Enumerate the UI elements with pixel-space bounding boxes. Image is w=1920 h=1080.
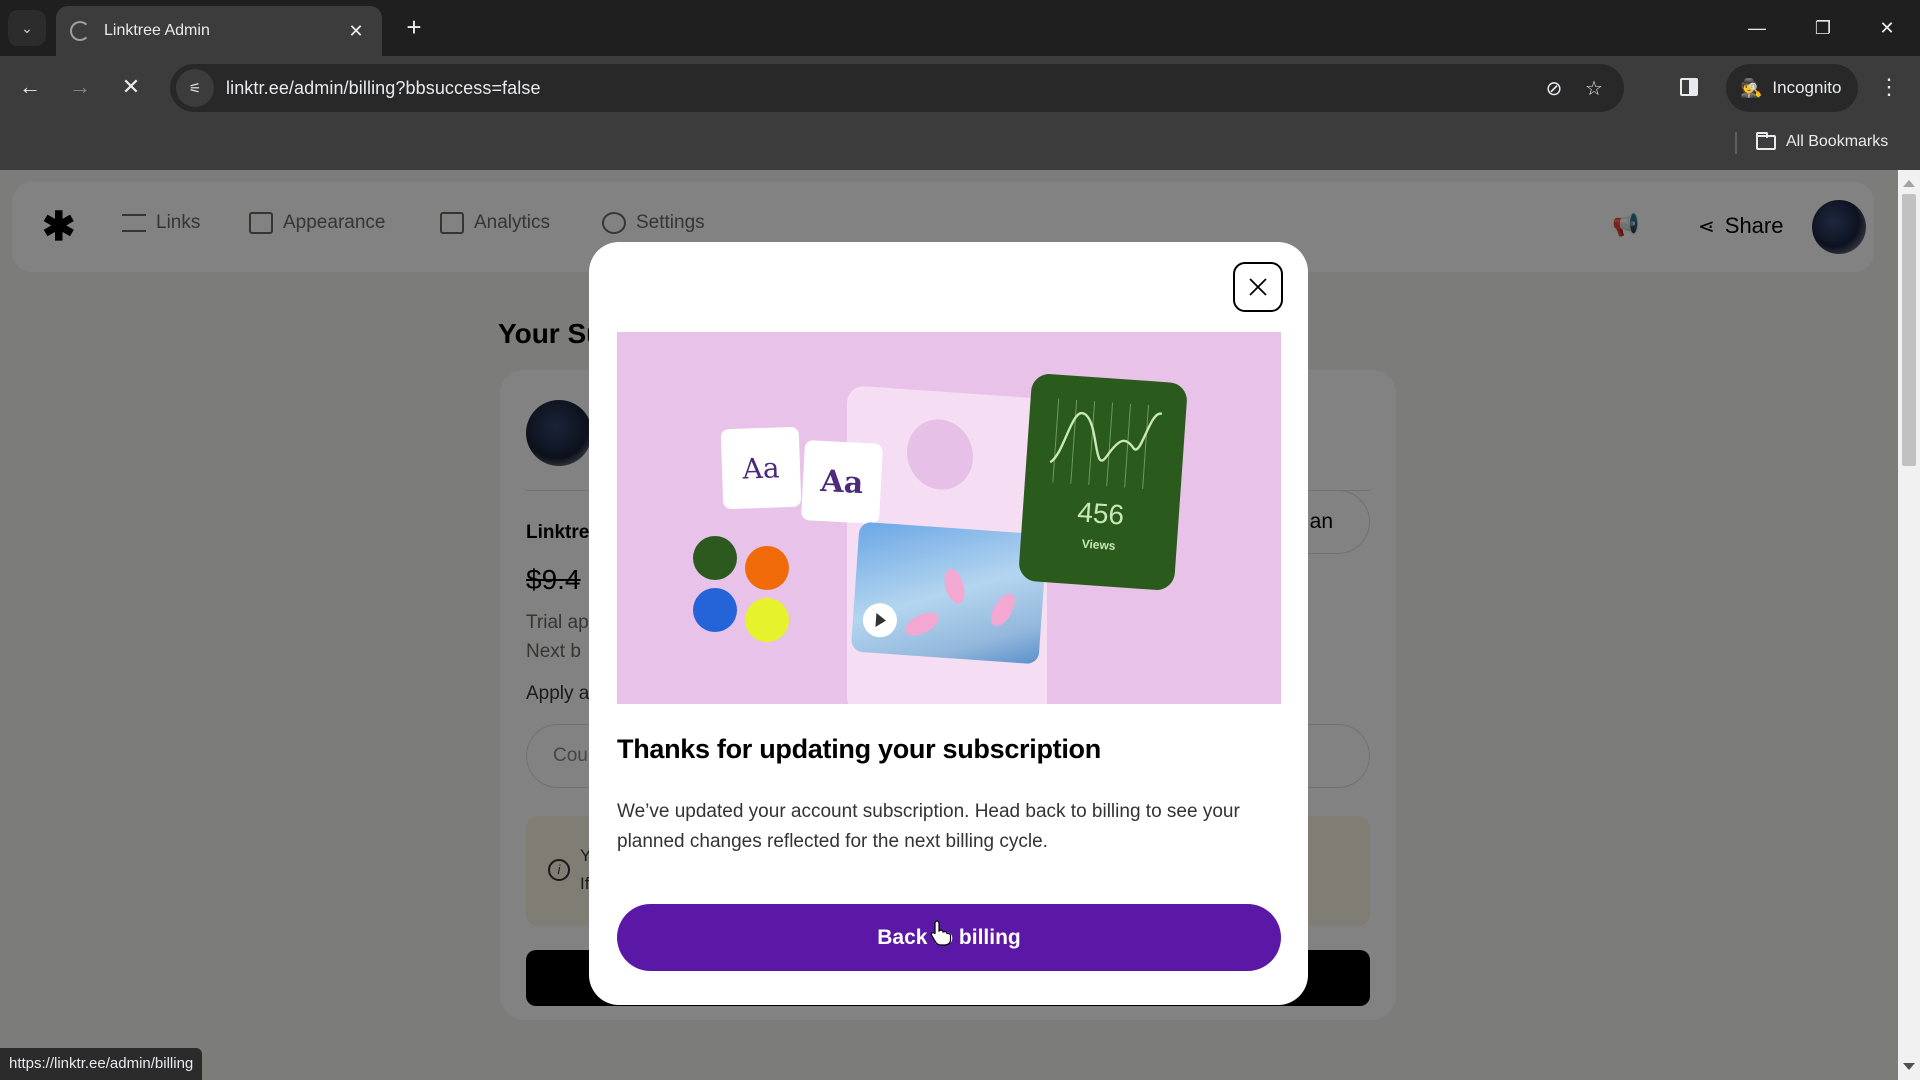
kebab-menu-icon: ⋮ [1878,74,1900,99]
close-icon: ✕ [121,74,141,99]
minimize-icon: — [1748,18,1766,38]
color-swatch [693,588,737,632]
restore-icon: ❐ [1814,18,1832,38]
hand-cursor-icon [930,920,952,946]
stats-card: 456 Views [1017,372,1189,592]
chevron-down-icon: ⌄ [21,19,33,36]
bookmarks-separator [1735,132,1737,154]
flower-petal [940,566,969,607]
arrow-left-icon: ← [19,74,41,99]
all-bookmarks-button[interactable]: All Bookmarks [1756,128,1888,156]
scroll-down-arrow-icon[interactable] [1903,1063,1915,1070]
incognito-icon: 🕵 [1740,77,1763,98]
loading-spinner-icon [70,21,90,41]
scroll-up-arrow-icon[interactable] [1903,180,1915,187]
side-panel-button[interactable] [1672,70,1706,104]
modal-title: Thanks for updating your subscription [617,734,1101,764]
incognito-badge[interactable]: 🕵 Incognito [1726,64,1858,112]
side-panel-icon [1680,78,1698,96]
close-icon [1249,278,1267,296]
play-icon [861,602,899,639]
stop-loading-button[interactable]: ✕ [114,70,148,104]
tab-title: Linktree Admin [104,22,210,39]
eye-off-icon[interactable]: ⊘ [1534,76,1574,101]
browser-toolbar: ← → ✕ ⚟ linktr.ee/admin/billing?bbsucces… [0,56,1920,120]
profile-circle [907,417,973,492]
address-bar[interactable]: ⚟ linktr.ee/admin/billing?bbsuccess=fals… [170,64,1624,112]
new-tab-button[interactable]: + [398,12,430,44]
color-swatch [745,598,789,642]
window-close-button[interactable]: ✕ [1864,12,1910,44]
site-info-button[interactable]: ⚟ [176,69,214,107]
stats-label: Views [1081,536,1116,554]
font-sample-card: Aa [720,426,802,510]
subscription-updated-modal: Aa Aa 456 Views Thanks for updating your… [589,242,1308,1005]
page-scrollbar[interactable] [1898,170,1920,1080]
minimize-button[interactable]: — [1734,12,1780,44]
bookmarks-bar: All Bookmarks [0,120,1920,170]
flower-petal [901,608,942,641]
plus-icon: + [406,12,422,42]
video-thumbnail [850,521,1048,665]
line-chart-icon [1049,398,1163,489]
url-text[interactable]: linktr.ee/admin/billing?bbsuccess=false [226,78,1534,99]
tab-close-icon[interactable]: ✕ [344,21,368,42]
tune-icon: ⚟ [188,79,202,96]
color-swatch [745,546,789,590]
scrollbar-thumb[interactable] [1902,194,1916,466]
arrow-right-icon: → [69,74,91,99]
close-icon: ✕ [1879,18,1895,38]
back-button[interactable]: ← [13,70,47,104]
stats-value: 456 [1076,496,1126,531]
hero-illustration: Aa Aa 456 Views [617,332,1281,704]
browser-tab-strip: ⌄ Linktree Admin ✕ + — ❐ ✕ [0,0,1920,56]
color-swatch [693,536,737,580]
modal-close-button[interactable] [1233,262,1283,312]
modal-body-text: We’ve updated your account subscription.… [617,801,1240,852]
all-bookmarks-label: All Bookmarks [1786,133,1889,150]
folder-icon [1756,131,1776,150]
restore-button[interactable]: ❐ [1800,12,1846,44]
browser-tab-linktree-admin[interactable]: Linktree Admin ✕ [56,6,382,56]
link-status-bubble: https://linktr.ee/admin/billing [0,1048,203,1080]
star-icon[interactable]: ☆ [1574,76,1614,101]
font-sample-card: Aa [800,440,884,524]
incognito-label: Incognito [1772,78,1842,97]
forward-button[interactable]: → [63,70,97,104]
flower-petal [986,589,1020,630]
tab-search-button[interactable]: ⌄ [8,10,46,46]
browser-menu-button[interactable]: ⋮ [1874,70,1904,104]
